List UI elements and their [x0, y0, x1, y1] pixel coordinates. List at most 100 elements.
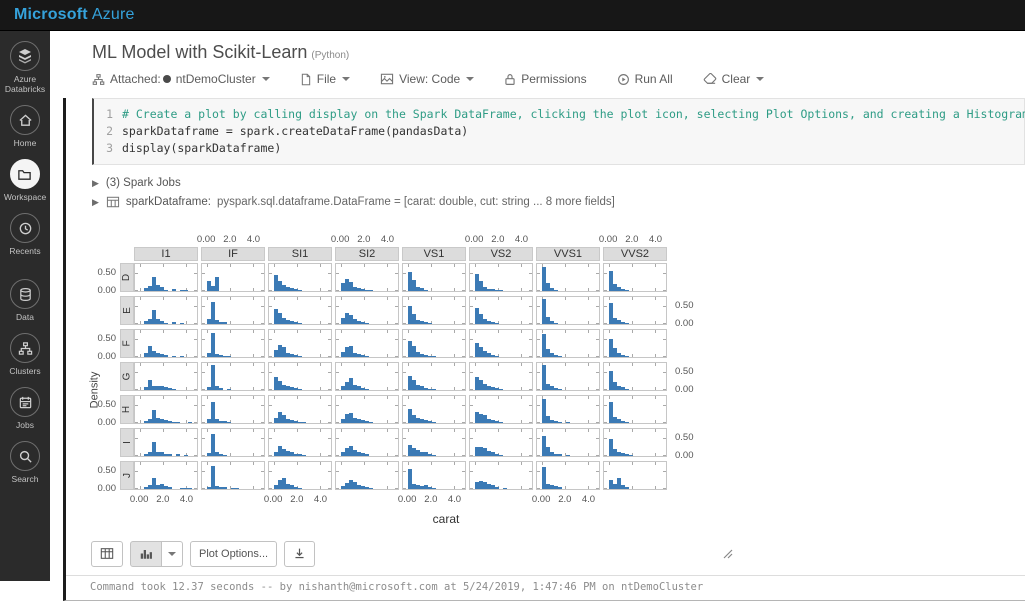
histogram-panel	[469, 395, 533, 424]
histogram-bar	[172, 389, 176, 390]
histogram-bar	[164, 355, 168, 357]
facet-column-header: VVS1	[536, 247, 600, 261]
resize-handle[interactable]	[723, 546, 733, 564]
sidebar-item-home[interactable]: Home	[10, 105, 40, 148]
code-text: display(sparkDataframe)	[122, 140, 281, 157]
sidebar-item-jobs[interactable]: Jobs	[10, 387, 40, 430]
histogram-bar	[554, 290, 558, 291]
histogram-bar	[432, 356, 436, 357]
histogram-bar	[625, 487, 629, 489]
permissions-label: Permissions	[521, 72, 586, 86]
histogram-bar	[223, 455, 227, 456]
histogram-bar	[625, 389, 629, 390]
y-axis-tick-labels-right: 0.500.00	[670, 296, 706, 325]
sidebar-item-workspace[interactable]: Workspace	[4, 159, 46, 202]
histogram-panel	[603, 329, 667, 358]
attached-cluster-dropdown[interactable]: Attached: ntDemoCluster	[92, 72, 270, 86]
dataframe-name: sparkDataframe:	[126, 196, 211, 208]
histogram-panel	[536, 296, 600, 325]
facet-row-header: D	[120, 263, 134, 292]
sidebar-item-azure-databricks[interactable]: AzureDatabricks	[5, 41, 45, 94]
y-axis-tick-labels: 0.500.00	[86, 329, 120, 358]
sidebar-item-recents[interactable]: Recents	[9, 213, 40, 256]
histogram-panel	[201, 461, 265, 490]
histogram-bar	[365, 454, 369, 456]
histogram-bar	[302, 455, 306, 456]
histogram-panel	[536, 428, 600, 457]
histogram-panel	[536, 263, 600, 292]
y-axis-tick-labels-right: 0.500.00	[670, 428, 706, 457]
code-text: # Create a plot by calling display on th…	[122, 106, 1025, 123]
clear-menu[interactable]: Clear	[703, 72, 765, 86]
sidebar-item-search[interactable]: Search	[10, 441, 40, 484]
download-button[interactable]	[284, 541, 315, 567]
histogram-panel	[134, 296, 198, 325]
histogram-bar	[499, 455, 503, 456]
dataframe-expander[interactable]: ▶ sparkDataframe: pyspark.sql.dataframe.…	[92, 196, 1025, 208]
plot-options-button[interactable]: Plot Options...	[190, 541, 277, 567]
histogram-bar	[215, 277, 219, 291]
y-axis-tick-labels	[86, 428, 120, 457]
download-icon	[293, 547, 306, 560]
histogram-bar	[176, 454, 180, 456]
histogram-bar	[554, 323, 558, 324]
histogram-panel	[134, 395, 198, 424]
spark-jobs-expander[interactable]: ▶ (3) Spark Jobs	[92, 177, 1025, 189]
permissions-button[interactable]: Permissions	[504, 72, 586, 86]
facet-row-header: F	[120, 329, 134, 358]
show-table-button[interactable]	[91, 541, 123, 567]
histogram-panel	[469, 461, 533, 490]
code-line: 1 # Create a plot by calling display on …	[94, 106, 1024, 123]
x-axis-tick-labels	[201, 494, 265, 507]
facet-column-header: I1	[134, 247, 198, 261]
view-label: View: Code	[399, 72, 460, 86]
sidebar-item-clusters[interactable]: Clusters	[9, 333, 40, 376]
run-all-button[interactable]: Run All	[617, 72, 673, 86]
notebook-cell[interactable]: 1 # Create a plot by calling display on …	[63, 98, 1025, 601]
histogram-panel	[201, 362, 265, 391]
show-chart-button[interactable]	[130, 541, 162, 567]
histogram-panel	[201, 263, 265, 292]
histogram-bar	[176, 422, 180, 423]
histogram-bar	[164, 323, 168, 324]
histogram-panel	[402, 428, 466, 457]
run-all-icon	[617, 73, 630, 86]
file-menu[interactable]: File	[300, 72, 350, 86]
y-axis-tick-labels-right	[670, 329, 706, 358]
histogram-bar	[625, 422, 629, 423]
histogram-panel	[402, 296, 466, 325]
histogram-bar	[629, 455, 633, 456]
histogram-bar	[168, 487, 172, 489]
histogram-bar	[625, 356, 629, 357]
x-axis-tick-labels: 0.002.04.0	[335, 234, 399, 247]
sidebar-item-label: Home	[14, 138, 37, 148]
code-editor[interactable]: 1 # Create a plot by calling display on …	[92, 98, 1025, 165]
eraser-icon	[703, 73, 717, 85]
chart-type-dropdown[interactable]	[162, 541, 183, 567]
histogram-panel	[335, 461, 399, 490]
sidebar-item-label: AzureDatabricks	[5, 74, 45, 94]
histogram-panel	[536, 362, 600, 391]
image-icon	[380, 73, 394, 85]
facet-column-header: SI2	[335, 247, 399, 261]
facet-column-header: IF	[201, 247, 265, 261]
sidebar-item-data[interactable]: Data	[10, 279, 40, 322]
histogram-panel	[469, 263, 533, 292]
view-menu[interactable]: View: Code	[380, 72, 474, 86]
x-axis-tick-labels: 0.002.04.0	[603, 234, 667, 247]
histogram-bar	[365, 323, 369, 324]
chart-type-group	[130, 541, 183, 567]
histogram-bar	[227, 356, 231, 357]
sidebar-item-label: Recents	[9, 246, 40, 256]
facet-column-header: VS1	[402, 247, 466, 261]
facet-row: E0.500.00	[86, 296, 806, 325]
histogram-panel	[402, 263, 466, 292]
histogram-bar	[172, 322, 176, 324]
histogram-bar	[172, 289, 176, 291]
histogram-panel	[201, 395, 265, 424]
histogram-panel	[268, 395, 332, 424]
x-axis-tick-labels	[603, 494, 667, 507]
line-number: 1	[94, 106, 122, 123]
histogram-bar	[223, 487, 227, 489]
histogram-panel	[268, 296, 332, 325]
